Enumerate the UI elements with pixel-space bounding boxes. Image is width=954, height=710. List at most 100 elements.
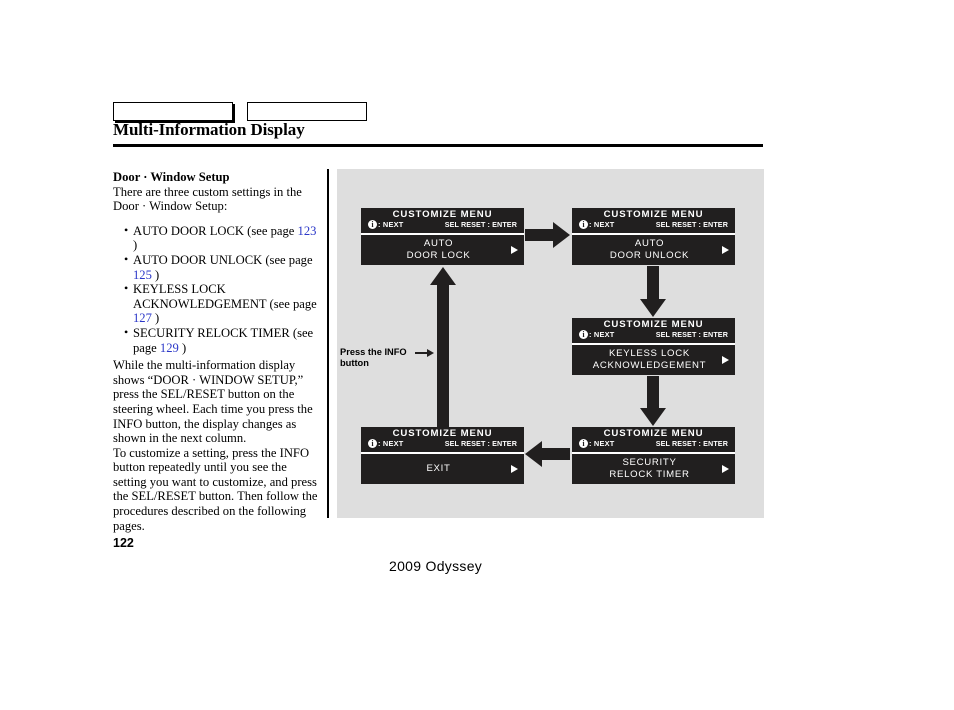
panel-subheader: i : NEXT SEL RESET : ENTER xyxy=(572,220,735,229)
title-rule xyxy=(113,144,763,147)
info-icon: i xyxy=(579,220,588,229)
info-icon: i xyxy=(579,330,588,339)
arrow-up-icon xyxy=(430,267,456,427)
sel-reset-label: SEL RESET : ENTER xyxy=(655,439,728,448)
arrow-left-icon xyxy=(524,441,570,467)
bullet-text: AUTO DOOR LOCK (see page xyxy=(133,223,298,238)
arrow-head xyxy=(640,408,666,426)
panel-line-2: RELOCK TIMER xyxy=(609,469,690,480)
display-panel-auto-door-lock[interactable]: CUSTOMIZE MENU i : NEXT SEL RESET : ENTE… xyxy=(361,208,524,265)
panel-lines: SECURITY RELOCK TIMER xyxy=(572,454,735,484)
list-item: SECURITY RELOCK TIMER (see page 129 ) xyxy=(124,325,321,355)
panel-header: CUSTOMIZE MENU i : NEXT SEL RESET : ENTE… xyxy=(572,208,735,235)
panel-title: CUSTOMIZE MENU xyxy=(392,209,493,220)
sel-reset-label: SEL RESET : ENTER xyxy=(655,330,728,339)
panel-header: CUSTOMIZE MENU i : NEXT SEL RESET : ENTE… xyxy=(572,318,735,345)
tab-box-2[interactable] xyxy=(247,102,367,121)
page-title: Multi-Information Display xyxy=(113,120,305,139)
panel-line-1: KEYLESS LOCK xyxy=(609,348,690,359)
arrow-shaft xyxy=(647,266,659,301)
intro-paragraph: There are three custom settings in the D… xyxy=(113,184,302,214)
callout-line-2: button xyxy=(340,358,369,368)
next-label: : NEXT xyxy=(378,220,404,229)
panel-title: CUSTOMIZE MENU xyxy=(603,428,704,439)
menu-flow-diagram: CUSTOMIZE MENU i : NEXT SEL RESET : ENTE… xyxy=(337,169,764,518)
arrow-shaft xyxy=(525,229,555,241)
info-icon: i xyxy=(368,220,377,229)
page-number: 122 xyxy=(113,536,134,550)
panel-body: KEYLESS LOCK ACKNOWLEDGEMENT xyxy=(572,345,735,375)
arrow-down-icon xyxy=(640,266,666,317)
panel-lines: AUTO DOOR UNLOCK xyxy=(572,235,735,265)
panel-lines: KEYLESS LOCK ACKNOWLEDGEMENT xyxy=(572,345,735,375)
right-caret-icon[interactable] xyxy=(511,465,518,473)
panel-body: AUTO DOOR LOCK xyxy=(361,235,524,265)
list-item: AUTO DOOR UNLOCK (see page 125 ) xyxy=(124,252,321,282)
next-label: : NEXT xyxy=(589,220,615,229)
info-icon: i xyxy=(368,439,377,448)
panel-body: EXIT xyxy=(361,454,524,484)
display-panel-keyless-lock-acknowledgement[interactable]: CUSTOMIZE MENU i : NEXT SEL RESET : ENTE… xyxy=(572,318,735,375)
right-caret-icon[interactable] xyxy=(722,356,729,364)
bullet-text-after: ) xyxy=(151,267,160,282)
page-reference[interactable]: 123 xyxy=(298,224,317,238)
arrow-down-icon xyxy=(640,376,666,426)
right-caret-icon[interactable] xyxy=(722,246,729,254)
panel-title: CUSTOMIZE MENU xyxy=(603,209,704,220)
right-caret-icon[interactable] xyxy=(722,465,729,473)
bullet-text-after: ) xyxy=(133,238,138,253)
list-item: KEYLESS LOCK ACKNOWLEDGEMENT (see page 1… xyxy=(124,281,321,326)
panel-subheader: i : NEXT SEL RESET : ENTER xyxy=(572,439,735,448)
panel-line-1: AUTO xyxy=(634,238,665,249)
bullet-text-after: ) xyxy=(178,340,187,355)
panel-line-1: SECURITY xyxy=(622,457,677,468)
arrow-shaft xyxy=(647,376,659,410)
display-panel-exit[interactable]: CUSTOMIZE MENU i : NEXT SEL RESET : ENTE… xyxy=(361,427,524,484)
arrow-shaft xyxy=(437,282,449,427)
arrow-head xyxy=(430,267,456,285)
panel-line-2: DOOR LOCK xyxy=(406,250,471,261)
body-paragraph-2: To customize a setting, press the INFO b… xyxy=(113,445,318,533)
tab-row xyxy=(113,102,367,121)
section-heading: Door · Window Setup xyxy=(113,170,230,184)
column-divider xyxy=(327,169,329,518)
sel-reset-label: SEL RESET : ENTER xyxy=(655,220,728,229)
info-icon: i xyxy=(579,439,588,448)
settings-list: AUTO DOOR LOCK (see page 123 ) AUTO DOOR… xyxy=(113,223,321,355)
info-button-callout: Press the INFO button xyxy=(340,347,407,369)
page-reference[interactable]: 129 xyxy=(160,341,179,355)
panel-lines: EXIT xyxy=(361,454,524,484)
arrow-head xyxy=(553,222,570,248)
panel-line-2: ACKNOWLEDGEMENT xyxy=(592,360,707,371)
panel-lines: AUTO DOOR LOCK xyxy=(361,235,524,265)
display-panel-security-relock-timer[interactable]: CUSTOMIZE MENU i : NEXT SEL RESET : ENTE… xyxy=(572,427,735,484)
panel-line-2: DOOR UNLOCK xyxy=(609,250,690,261)
panel-header: CUSTOMIZE MENU i : NEXT SEL RESET : ENTE… xyxy=(361,427,524,454)
panel-header: CUSTOMIZE MENU i : NEXT SEL RESET : ENTE… xyxy=(572,427,735,454)
panel-subheader: i : NEXT SEL RESET : ENTER xyxy=(572,330,735,339)
text-column: Door · Window Setup There are three cust… xyxy=(113,170,321,533)
right-caret-icon[interactable] xyxy=(511,246,518,254)
next-label: : NEXT xyxy=(589,330,615,339)
panel-line-1: AUTO xyxy=(423,238,454,249)
sel-reset-label: SEL RESET : ENTER xyxy=(444,220,517,229)
sel-reset-label: SEL RESET : ENTER xyxy=(444,439,517,448)
panel-header: CUSTOMIZE MENU i : NEXT SEL RESET : ENTE… xyxy=(361,208,524,235)
document-footer: 2009 Odyssey xyxy=(389,558,483,574)
tab-box-1[interactable] xyxy=(113,102,233,121)
next-label: : NEXT xyxy=(378,439,404,448)
panel-body: AUTO DOOR UNLOCK xyxy=(572,235,735,265)
callout-line-1: Press the INFO xyxy=(340,347,407,357)
display-panel-auto-door-unlock[interactable]: CUSTOMIZE MENU i : NEXT SEL RESET : ENTE… xyxy=(572,208,735,265)
arrow-head xyxy=(525,441,542,467)
panel-subheader: i : NEXT SEL RESET : ENTER xyxy=(361,439,524,448)
arrow-head xyxy=(640,299,666,317)
bullet-text: AUTO DOOR UNLOCK (see page xyxy=(133,252,313,267)
page-reference[interactable]: 127 xyxy=(133,311,152,325)
panel-subheader: i : NEXT SEL RESET : ENTER xyxy=(361,220,524,229)
page-reference[interactable]: 125 xyxy=(133,268,152,282)
bullet-text-after: ) xyxy=(151,311,160,326)
bullet-text: KEYLESS LOCK ACKNOWLEDGEMENT (see page xyxy=(133,282,317,311)
panel-title: CUSTOMIZE MENU xyxy=(603,319,704,330)
list-item: AUTO DOOR LOCK (see page 123 ) xyxy=(124,223,321,253)
